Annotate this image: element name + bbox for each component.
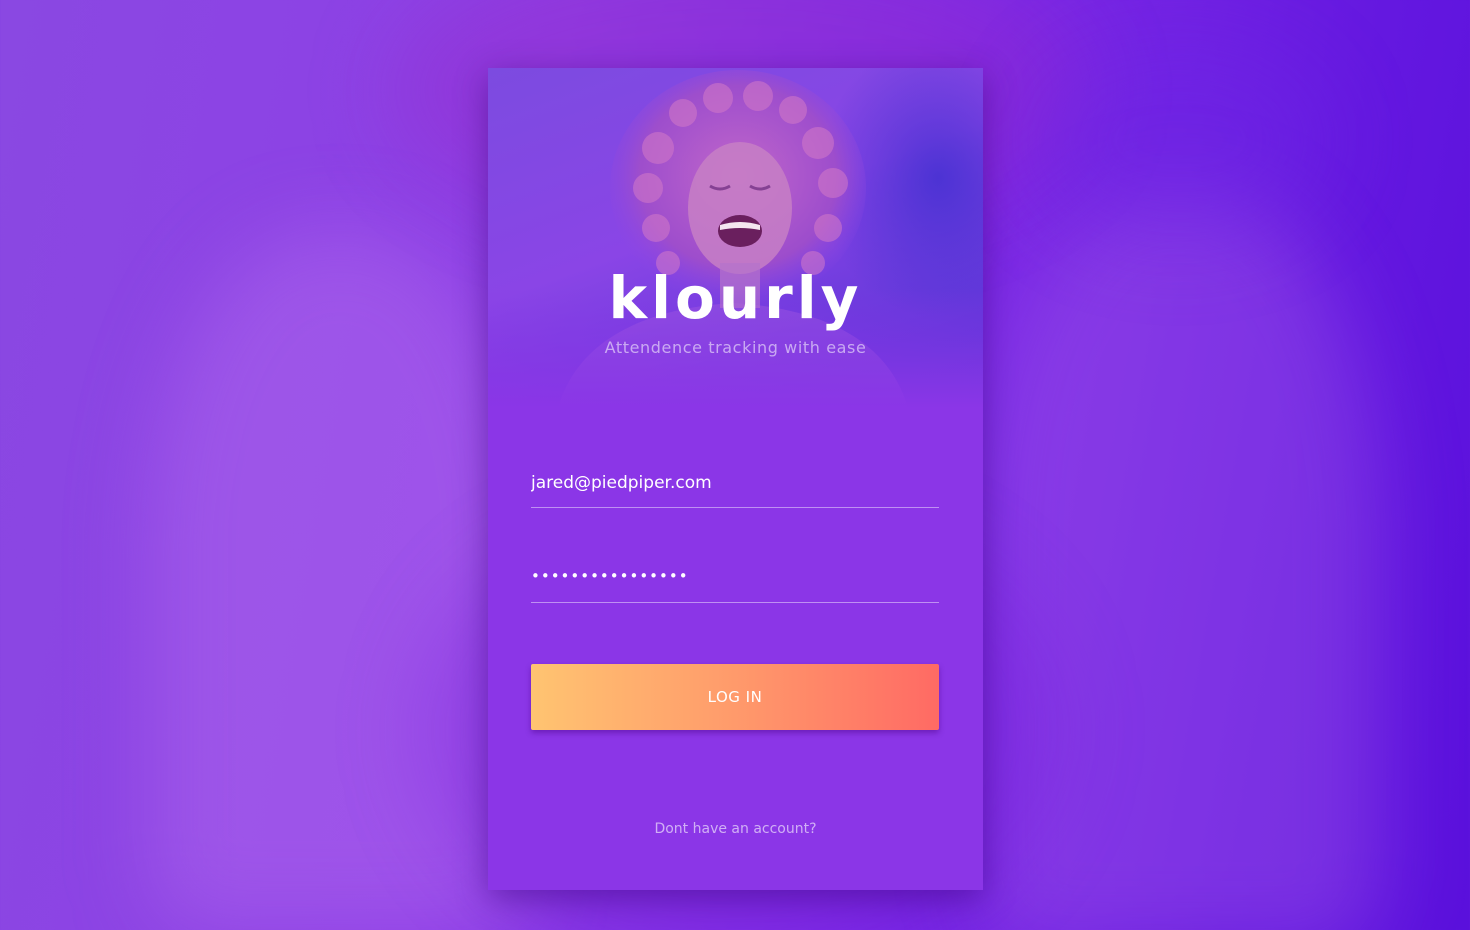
signup-link[interactable]: Dont have an account? [488,821,983,837]
login-card: klourly Attendence tracking with ease LO… [488,68,983,890]
email-input[interactable] [531,468,939,498]
email-field [531,468,939,508]
brand-tagline: Attendence tracking with ease [604,338,867,357]
background-photo-blur [1030,40,1330,240]
hero-photo-illustration [558,68,983,408]
login-button[interactable]: LOG IN [531,664,939,730]
hero-image [488,68,983,408]
password-input[interactable] [531,561,939,591]
background-photo-blur [980,190,1380,930]
brand-logo-text: klourly [608,264,863,332]
password-field [531,561,939,603]
